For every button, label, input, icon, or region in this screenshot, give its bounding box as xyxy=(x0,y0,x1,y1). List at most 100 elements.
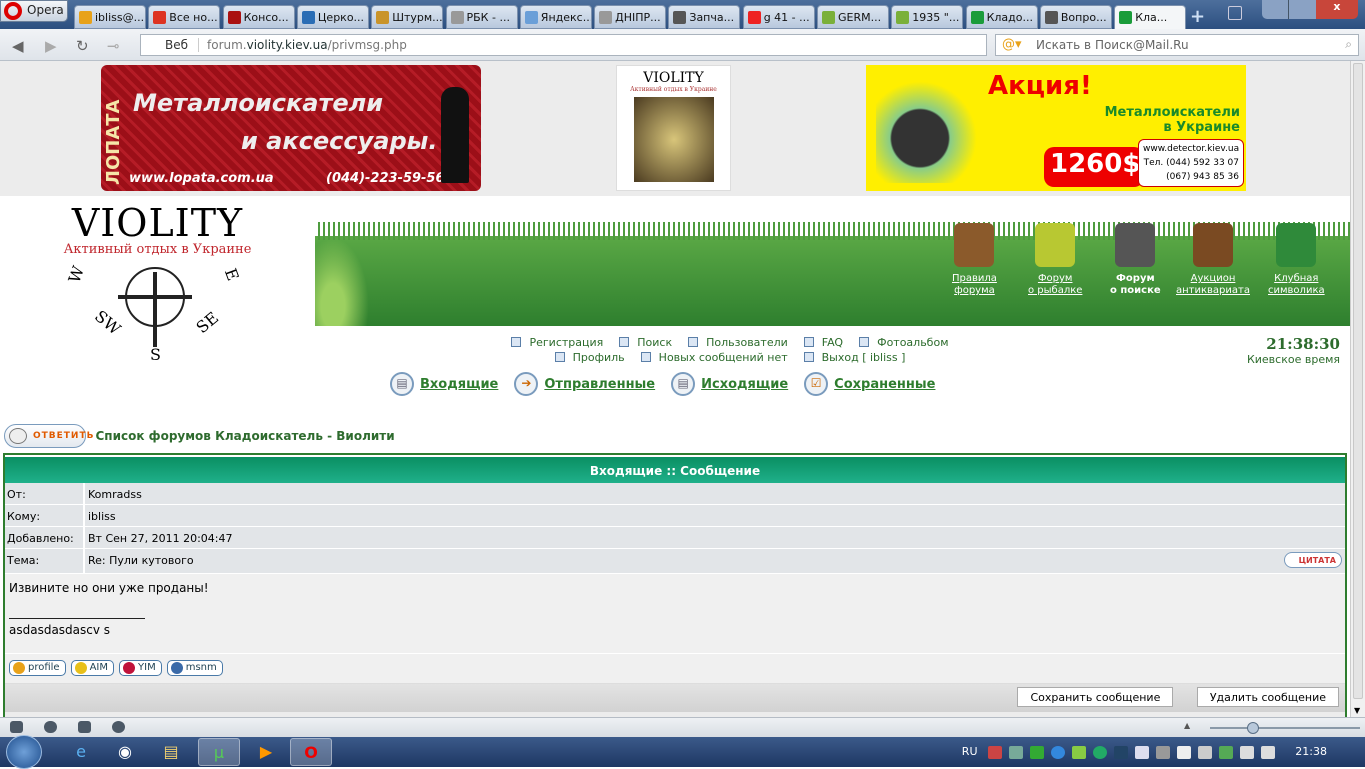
ie-icon[interactable]: e xyxy=(60,738,102,766)
forum-link[interactable]: Пользователи xyxy=(684,336,792,349)
forum-link[interactable]: Выход [ ibliss ] xyxy=(800,351,910,364)
explorer-icon[interactable]: ▤ xyxy=(150,738,192,766)
forum-link[interactable]: FAQ xyxy=(800,336,847,349)
search-input[interactable]: @▾ Искать в Поиск@Mail.Ru ⌕ xyxy=(995,34,1359,56)
nav-image-icon xyxy=(1276,223,1317,267)
contact-profile-button[interactable]: profile xyxy=(9,660,66,676)
lopata-ad-banner[interactable]: ЛОПАТА Металлоискатели и аксессуары. www… xyxy=(101,65,481,191)
volume-icon[interactable] xyxy=(1261,745,1275,759)
browser-tab[interactable]: Запча... xyxy=(668,5,741,29)
browser-tab[interactable]: ibliss@... xyxy=(74,5,146,29)
language-indicator[interactable]: RU xyxy=(962,745,978,758)
detector-ad-banner[interactable]: Акция! Металлоискатели в Украине 1260$ ww… xyxy=(866,65,1246,191)
signal-icon[interactable] xyxy=(1240,745,1254,759)
start-button[interactable] xyxy=(6,735,42,769)
browser-tab[interactable]: ДНІПР... xyxy=(594,5,667,29)
new-tab-icon[interactable]: + xyxy=(1190,6,1205,27)
zoom-up-icon[interactable]: ▲ xyxy=(1184,721,1190,730)
link-icon xyxy=(640,352,651,362)
tray-icon[interactable] xyxy=(988,745,1002,759)
quote-button[interactable]: ЦИТАТА xyxy=(1284,552,1342,568)
ad-phone: (044)-223-59-56 xyxy=(326,171,445,186)
browser-tab[interactable]: Штурм... xyxy=(371,5,444,29)
contact-aim-button[interactable]: AIM xyxy=(70,660,115,676)
contact-yim-button[interactable]: YIM xyxy=(119,660,162,676)
panel-toggle-icon[interactable] xyxy=(10,721,23,733)
browser-tab[interactable]: Все но... xyxy=(148,5,221,29)
violity-logo[interactable]: VIOLITY Активный отдых в Украине W E SW … xyxy=(50,204,265,367)
key-icon[interactable]: ⊸ xyxy=(107,37,120,55)
browser-tab[interactable]: Яндекс... xyxy=(519,5,592,29)
forum-link[interactable]: Поиск xyxy=(615,336,676,349)
turbo-icon[interactable] xyxy=(112,721,125,733)
back-icon[interactable]: ◀ xyxy=(12,37,24,55)
contact-msnm-button[interactable]: msnm xyxy=(166,660,223,676)
media-icon[interactable]: ◉ xyxy=(104,738,146,766)
browser-tab[interactable]: Кладо... xyxy=(965,5,1038,29)
tray-icon[interactable] xyxy=(1030,745,1044,759)
forward-icon[interactable]: ▶ xyxy=(45,37,57,55)
browser-tab[interactable]: Кла... xyxy=(1114,5,1187,30)
utorrent-tray-icon[interactable] xyxy=(1093,745,1107,759)
browser-tab[interactable]: g 41 - ... xyxy=(742,5,815,29)
header-nav-item[interactable]: Форум о рыбалке xyxy=(1028,223,1082,297)
bluetooth-icon[interactable] xyxy=(1135,745,1149,759)
pm-folder-link[interactable]: ▤ Исходящие xyxy=(671,372,788,396)
reply-button[interactable]: ОТВЕТИТЬ xyxy=(4,424,93,448)
header-nav-item[interactable]: Правила форума xyxy=(952,223,997,297)
flag-icon[interactable] xyxy=(1177,745,1191,759)
scrollbar-thumb[interactable] xyxy=(1353,63,1363,699)
breadcrumb[interactable]: Список форумов Кладоискатель - Виолити xyxy=(96,429,395,443)
delete-message-button[interactable]: Удалить сообщение xyxy=(1196,687,1339,707)
browser-tab[interactable]: РБК - ... xyxy=(445,5,518,29)
browser-tab[interactable]: GERM... xyxy=(817,5,889,29)
tray-icon[interactable] xyxy=(1051,745,1065,759)
browser-tab[interactable]: Церко... xyxy=(296,5,369,29)
globe-web-label[interactable]: Веб xyxy=(147,38,199,52)
zoom-slider-knob[interactable] xyxy=(1247,722,1259,734)
media-player-icon[interactable]: ▶ xyxy=(245,738,287,766)
url-input[interactable]: Веб forum.violity.kiev.ua/privmsg.php xyxy=(140,34,987,56)
forum-link[interactable]: Регистрация xyxy=(507,336,607,349)
power-icon[interactable] xyxy=(1198,745,1212,759)
tab-label: ibliss@... xyxy=(95,11,145,24)
violity-magazine-ad[interactable]: VIOLITY Активный отдых в Украине xyxy=(616,65,731,191)
network-icon[interactable] xyxy=(1219,745,1233,759)
maximize-button[interactable] xyxy=(1288,0,1316,19)
browser-tab[interactable]: Консо... xyxy=(222,5,295,29)
header-nav-item[interactable]: Клубная символика xyxy=(1268,223,1325,297)
close-button[interactable]: x xyxy=(1315,0,1358,19)
forum-link[interactable]: Новых сообщений нет xyxy=(637,351,792,364)
pm-folder-link[interactable]: ☑ Сохраненные xyxy=(804,372,935,396)
pm-folder-link[interactable]: ➔ Отправленные xyxy=(514,372,655,396)
forum-link[interactable]: Профиль xyxy=(551,351,629,364)
taskbar-clock[interactable]: 21:38 xyxy=(1295,745,1327,758)
vertical-scrollbar[interactable]: ▼ xyxy=(1350,61,1365,717)
utorrent-icon[interactable]: µ xyxy=(198,738,240,766)
browser-tab[interactable]: Вопро... xyxy=(1039,5,1112,29)
opera-link-icon[interactable] xyxy=(44,721,57,733)
tray-icon[interactable] xyxy=(1156,745,1170,759)
search-icon[interactable]: ⌕ xyxy=(1345,37,1352,52)
header-nav-item[interactable]: Аукцион антиквариата xyxy=(1176,223,1250,297)
trash-icon[interactable] xyxy=(1228,6,1242,20)
opera-taskbar-icon[interactable]: O xyxy=(290,738,332,766)
opera-menu-button[interactable]: Opera xyxy=(0,0,68,22)
unite-icon[interactable] xyxy=(78,721,91,733)
reload-icon[interactable]: ↻ xyxy=(76,37,89,55)
mailru-search-icon[interactable]: @▾ xyxy=(1002,37,1022,52)
tray-icon[interactable] xyxy=(1072,745,1086,759)
header-nav-item[interactable]: Форум о поиске xyxy=(1110,223,1161,297)
minimize-button[interactable] xyxy=(1262,0,1289,19)
tray-icon[interactable] xyxy=(1009,745,1023,759)
zoom-slider[interactable] xyxy=(1210,722,1360,734)
link-icon xyxy=(511,337,522,347)
pm-folder-link[interactable]: ▤ Входящие xyxy=(390,372,498,396)
browser-tab[interactable]: 1935 "... xyxy=(891,5,964,29)
tab-label: Штурм... xyxy=(392,11,443,24)
save-message-button[interactable]: Сохранить сообщение xyxy=(1017,687,1174,707)
metal-detector-image xyxy=(876,71,986,183)
forum-link[interactable]: Фотоальбом xyxy=(855,336,952,349)
scroll-down-icon[interactable]: ▼ xyxy=(1354,706,1360,715)
tray-icon[interactable] xyxy=(1114,745,1128,759)
